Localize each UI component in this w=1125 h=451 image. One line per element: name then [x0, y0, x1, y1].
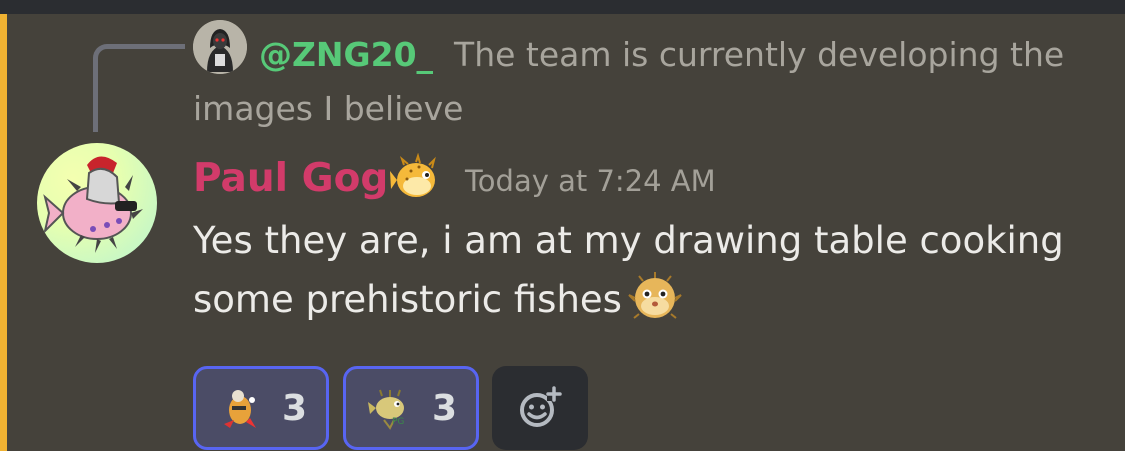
pufferfish-icon [390, 153, 436, 197]
mention-highlight-bar [0, 14, 7, 451]
reply-preview[interactable]: @ZNG20_ The team is currently developing… [193, 28, 1073, 136]
reaction-count-2: 3 [432, 387, 458, 429]
add-reaction-button[interactable] [492, 366, 588, 450]
top-strip [0, 0, 1125, 14]
author-name[interactable]: Paul Gog [193, 152, 388, 206]
pufferfish-warrior-icon [43, 156, 143, 253]
message-timestamp[interactable]: Today at 7:24 AM [465, 160, 716, 202]
reply-author-mention[interactable]: @ZNG20_ [259, 35, 433, 74]
svg-text:PG: PG [392, 417, 404, 427]
author-avatar[interactable] [37, 143, 157, 263]
reaction-button-2[interactable]: PG 3 [343, 366, 479, 450]
reaction-count-1: 3 [282, 387, 308, 429]
message-content: Yes they are, i am at my drawing table c… [193, 212, 1093, 329]
reaction-button-1[interactable]: 3 [193, 366, 329, 450]
pufferfish-emoji-icon [628, 272, 682, 319]
add-reaction-icon [520, 386, 562, 427]
custom-character-emoji-icon [224, 390, 256, 428]
reply-connector-line [93, 44, 185, 132]
custom-fish-emoji-icon: PG [368, 389, 404, 430]
